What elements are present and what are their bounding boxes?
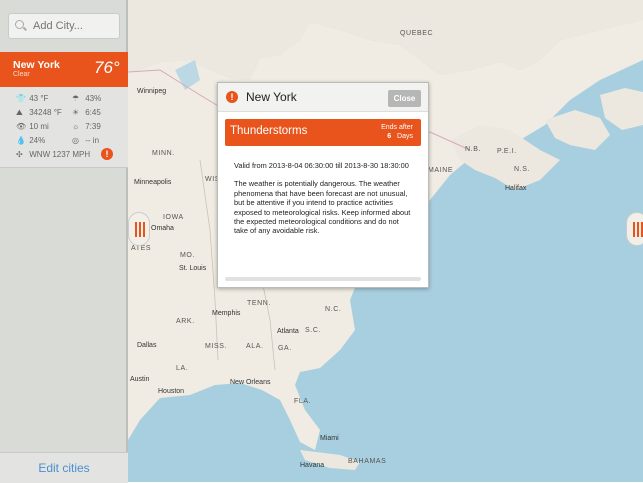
stat-item: 👁 10 mi	[16, 122, 49, 131]
right-panel-handle[interactable]	[626, 212, 643, 246]
stat-value: 7:39	[85, 122, 101, 131]
map-label: IOWA	[163, 214, 184, 221]
sidebar: New York Clear 76° 👕 43 °F ☂ 43% ⛰ 34248…	[0, 0, 128, 483]
search-input[interactable]	[31, 19, 120, 33]
alert-icon[interactable]: !	[101, 148, 113, 160]
map-label: Halifax	[505, 185, 527, 192]
stat-item: 💧 24%	[16, 136, 45, 145]
stat-item: ☀ 6:45	[72, 108, 101, 117]
map-label: LA.	[176, 365, 189, 372]
alert-banner: Thunderstorms Ends after 6 Days	[225, 119, 421, 146]
humidity-icon: 💧	[16, 136, 26, 145]
stat-value: 43%	[85, 94, 102, 103]
search-field[interactable]	[8, 13, 120, 39]
map-label: MISS.	[205, 343, 228, 350]
map-label: FLA.	[294, 398, 312, 405]
map-label: MO.	[180, 252, 196, 259]
ends-unit: Days	[397, 133, 413, 140]
city-name: New York	[13, 59, 60, 71]
stat-value: WNW 1237 MPH	[29, 150, 91, 159]
dialog-header: ! New York Close	[218, 83, 428, 112]
alert-description: The weather is potentially dangerous. Th…	[234, 179, 411, 236]
map-label: BAHAMAS	[348, 458, 387, 465]
stat-value: 6:45	[85, 108, 101, 117]
city-card[interactable]: New York Clear 76°	[0, 52, 128, 87]
map-label: Memphis	[212, 310, 241, 317]
map-label: Miami	[320, 435, 339, 442]
map-label: Atlanta	[277, 328, 299, 335]
umbrella-icon: ☂	[72, 94, 80, 103]
dialog-scrollbar[interactable]	[225, 277, 421, 281]
pressure-icon: ◎	[72, 136, 79, 145]
alert-icon: !	[226, 91, 238, 103]
map-label: ARK.	[176, 318, 195, 325]
stat-value: 10 mi	[29, 122, 49, 131]
map-label: P.E.I.	[497, 148, 517, 155]
sunrise-icon: ☀	[72, 108, 80, 117]
map-label: Minneapolis	[134, 179, 172, 186]
map-label: Houston	[158, 388, 185, 395]
search-icon	[15, 20, 24, 29]
map-label: N.B.	[465, 146, 482, 153]
map-label: N.C.	[325, 306, 342, 313]
stat-item: 👕 43 °F	[16, 94, 48, 103]
alert-details: Valid from 2013-8-04 06:30:00 till 2013-…	[234, 161, 414, 236]
stat-item: ◎ -- in	[72, 136, 99, 145]
map-label: Winnipeg	[137, 88, 167, 95]
map-label: S.C.	[305, 327, 322, 334]
stat-value: -- in	[85, 136, 100, 145]
stat-value: 34248 °F	[29, 108, 62, 117]
map-label: MINN.	[152, 150, 175, 157]
shirt-icon: 👕	[16, 94, 26, 103]
weather-alert-dialog: ! New York Close Thunderstorms Ends afte…	[217, 82, 429, 288]
sunset-icon: ☼	[72, 122, 80, 131]
map-label: Havana	[300, 462, 325, 469]
close-button[interactable]: Close	[388, 90, 421, 107]
eye-icon: 👁	[16, 122, 27, 131]
map-label: Dallas	[137, 342, 157, 349]
city-temperature: 76°	[94, 58, 120, 77]
ends-after-label: Ends after	[381, 124, 413, 131]
map-label: MAINE	[428, 167, 454, 174]
map-label: St. Louis	[179, 265, 207, 272]
map-label: GA.	[278, 345, 292, 352]
altitude-icon: ⛰	[16, 108, 23, 117]
stat-value: 43 °F	[29, 94, 49, 103]
map-label: ALA.	[246, 343, 264, 350]
edit-cities-button[interactable]: Edit cities	[0, 452, 128, 483]
alert-duration: Ends after 6 Days	[381, 123, 413, 141]
map-label: TENN.	[247, 300, 271, 307]
stat-item: ☼ 7:39	[72, 122, 101, 131]
stat-item: ⛰ 34248 °F	[16, 108, 62, 118]
map-label: Austin	[130, 376, 150, 383]
alert-title: Thunderstorms	[230, 125, 308, 137]
map-label: QUEBEC	[400, 30, 434, 37]
stat-item: ✣ WNW 1237 MPH	[16, 150, 90, 159]
map-label: New Orleans	[230, 379, 271, 386]
stat-value: 24%	[29, 136, 46, 145]
city-condition: Clear	[13, 71, 30, 78]
wind-icon: ✣	[16, 150, 23, 159]
map-label: ATES	[131, 245, 152, 252]
dialog-title: New York	[246, 90, 297, 104]
left-panel-handle[interactable]	[128, 212, 150, 246]
ends-value: 6	[387, 133, 392, 140]
map-label: Omaha	[151, 225, 174, 232]
stat-item: ☂ 43%	[72, 94, 101, 103]
alert-validity: Valid from 2013-8-04 06:30:00 till 2013-…	[234, 161, 409, 170]
map-label: N.S.	[514, 166, 531, 173]
